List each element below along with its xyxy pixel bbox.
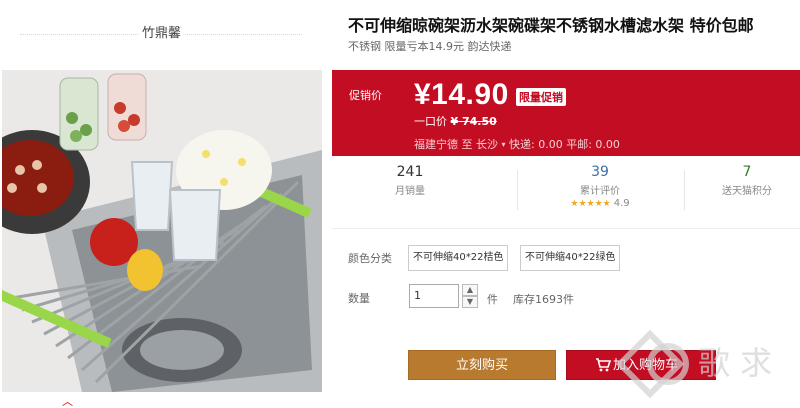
- ship-to-dropdown[interactable]: 长沙 ▾: [476, 138, 509, 151]
- stock-count: 库存1693件: [513, 293, 574, 306]
- product-subtitle: 不锈钢 限量亏本14.9元 韵达快递: [348, 40, 512, 53]
- shipping-fee: 快递: 0.00 平邮: 0.00: [509, 138, 620, 151]
- quantity-unit: 件: [487, 293, 498, 306]
- points-value: 7: [742, 164, 752, 180]
- quantity-input[interactable]: 1: [409, 284, 459, 308]
- cart-icon: [596, 358, 611, 372]
- ship-to: 长沙: [476, 138, 498, 151]
- monthly-sales-label: 月销量: [395, 186, 425, 197]
- star-icon: ★★★★★: [570, 199, 611, 209]
- chevron-up-icon[interactable]: ︿: [62, 393, 73, 408]
- price-panel: 促销价 ¥14.90 限量促销 一口价 ¥ 74.50 福建宁德 至 长沙 ▾ …: [332, 70, 800, 156]
- monthly-sales-stat: 241 月销量: [332, 164, 488, 197]
- shipping-row: 福建宁德 至 长沙 ▾ 快递: 0.00 平邮: 0.00: [414, 136, 620, 152]
- product-photo: [2, 70, 322, 392]
- quantity-label: 数量: [348, 292, 370, 305]
- current-price: ¥14.90: [414, 78, 509, 111]
- rating-row: ★★★★★ 4.9: [522, 198, 678, 209]
- points-label: 送天猫积分: [722, 186, 772, 197]
- ship-to-label: 至: [461, 138, 473, 151]
- color-option-green[interactable]: 不可伸缩40*22绿色: [520, 245, 621, 271]
- reviews-value: 39: [591, 164, 609, 180]
- add-to-cart-label: 加入购物车: [613, 358, 679, 373]
- promo-price-label: 促销价: [349, 89, 382, 102]
- right-column: 不可伸缩晾碗架沥水架碗碟架不锈钢水槽滤水架 特价包邮 不锈钢 限量亏本14.9元…: [330, 0, 800, 408]
- store-name[interactable]: 竹鼎馨: [138, 22, 186, 41]
- original-price-label: 一口价: [414, 115, 447, 128]
- stepper-down-icon[interactable]: ▼: [462, 296, 478, 308]
- original-price: ¥ 74.50: [450, 115, 497, 128]
- stat-divider: [684, 170, 685, 210]
- reviews-label: 累计评价: [580, 186, 620, 197]
- section-divider: [332, 228, 800, 229]
- stats-bar: 241 月销量 39 累计评价 ★★★★★ 4.9 7 送天猫积分: [332, 164, 800, 222]
- points-stat: 7 送天猫积分: [692, 164, 800, 197]
- product-image[interactable]: [2, 70, 322, 392]
- stat-divider: [517, 170, 518, 210]
- color-option-orange[interactable]: 不可伸缩40*22桔色: [408, 245, 509, 271]
- buy-now-button[interactable]: 立刻购买: [408, 350, 556, 380]
- original-price-row: 一口价 ¥ 74.50: [414, 113, 497, 129]
- left-column: 竹鼎馨 ︿: [0, 0, 330, 408]
- quantity-stepper: ▲ ▼: [462, 284, 478, 308]
- promo-badge: 限量促销: [516, 88, 566, 106]
- product-title: 不可伸缩晾碗架沥水架碗碟架不锈钢水槽滤水架 特价包邮: [348, 16, 754, 35]
- ship-from: 福建宁德: [414, 138, 458, 151]
- reviews-stat[interactable]: 39 累计评价 ★★★★★ 4.9: [522, 164, 678, 209]
- add-to-cart-button[interactable]: 加入购物车: [566, 350, 716, 380]
- monthly-sales-value: 241: [396, 164, 424, 180]
- rating-value: 4.9: [613, 198, 630, 209]
- color-label: 颜色分类: [348, 252, 392, 265]
- stepper-up-icon[interactable]: ▲: [462, 284, 478, 296]
- chevron-down-icon: ▾: [501, 140, 506, 149]
- store-header: 竹鼎馨: [20, 14, 302, 44]
